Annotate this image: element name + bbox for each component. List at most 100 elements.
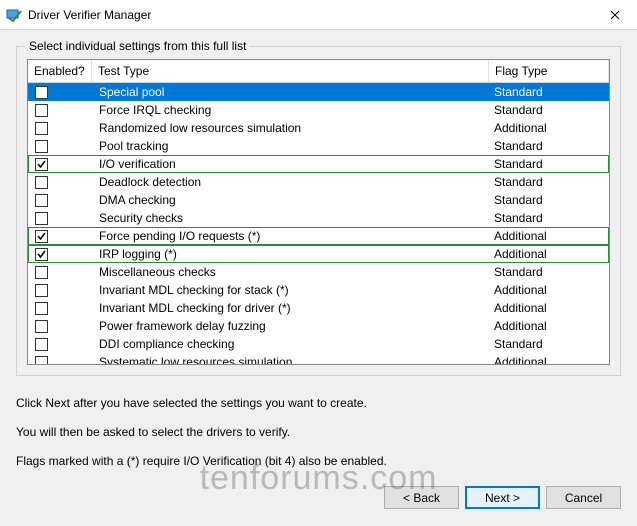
- cell-enabled: [29, 102, 93, 118]
- checkbox[interactable]: [35, 212, 48, 225]
- list-row[interactable]: Pool trackingStandard: [28, 137, 609, 155]
- list-row[interactable]: Randomized low resources simulationAddit…: [28, 119, 609, 137]
- cell-flag-type: Standard: [488, 174, 608, 190]
- checkbox[interactable]: [35, 194, 48, 207]
- cell-enabled: [29, 246, 93, 262]
- cell-test-type: Miscellaneous checks: [93, 264, 488, 280]
- column-header-flag[interactable]: Flag Type: [489, 60, 609, 82]
- cell-test-type: Special pool: [93, 84, 488, 100]
- list-row[interactable]: IRP logging (*)Additional: [28, 245, 609, 263]
- checkbox[interactable]: [35, 122, 48, 135]
- checkbox[interactable]: [35, 104, 48, 117]
- list-row[interactable]: Deadlock detectionStandard: [28, 173, 609, 191]
- cell-flag-type: Standard: [488, 102, 608, 118]
- cell-flag-type: Additional: [488, 282, 608, 298]
- cell-test-type: Deadlock detection: [93, 174, 488, 190]
- next-button[interactable]: Next >: [465, 486, 540, 509]
- cell-enabled: [29, 210, 93, 226]
- cell-flag-type: Standard: [488, 264, 608, 280]
- list-row[interactable]: Invariant MDL checking for stack (*)Addi…: [28, 281, 609, 299]
- settings-list[interactable]: Enabled? Test Type Flag Type Special poo…: [27, 59, 610, 365]
- settings-group: Select individual settings from this ful…: [16, 46, 621, 376]
- cell-test-type: DDI compliance checking: [93, 336, 488, 352]
- checkbox[interactable]: [35, 320, 48, 333]
- cell-enabled: [29, 300, 93, 316]
- cell-test-type: DMA checking: [93, 192, 488, 208]
- cell-test-type: Invariant MDL checking for stack (*): [93, 282, 488, 298]
- list-row[interactable]: Invariant MDL checking for driver (*)Add…: [28, 299, 609, 317]
- checkbox[interactable]: [35, 302, 48, 315]
- group-legend: Select individual settings from this ful…: [25, 39, 250, 53]
- cell-flag-type: Additional: [488, 228, 608, 244]
- cell-flag-type: Additional: [488, 318, 608, 334]
- cell-enabled: [29, 336, 93, 352]
- checkbox[interactable]: [35, 86, 48, 99]
- instruction-line: You will then be asked to select the dri…: [16, 421, 621, 444]
- cell-test-type: Randomized low resources simulation: [93, 120, 488, 136]
- back-button[interactable]: < Back: [384, 486, 459, 509]
- column-header-enabled[interactable]: Enabled?: [28, 60, 92, 82]
- checkbox[interactable]: [35, 176, 48, 189]
- list-row[interactable]: Force IRQL checkingStandard: [28, 101, 609, 119]
- list-row[interactable]: Miscellaneous checksStandard: [28, 263, 609, 281]
- cell-test-type: Systematic low resources simulation: [93, 354, 488, 364]
- cell-test-type: Power framework delay fuzzing: [93, 318, 488, 334]
- button-row: < Back Next > Cancel: [16, 486, 621, 509]
- list-row[interactable]: DMA checkingStandard: [28, 191, 609, 209]
- column-header-test[interactable]: Test Type: [92, 60, 489, 82]
- cell-enabled: [29, 192, 93, 208]
- cell-flag-type: Standard: [488, 138, 608, 154]
- cell-flag-type: Additional: [488, 300, 608, 316]
- cell-test-type: Pool tracking: [93, 138, 488, 154]
- cell-enabled: [29, 264, 93, 280]
- cell-enabled: [29, 228, 93, 244]
- cell-flag-type: Standard: [488, 156, 608, 172]
- cell-enabled: [29, 174, 93, 190]
- checkbox[interactable]: [35, 338, 48, 351]
- list-row[interactable]: Force pending I/O requests (*)Additional: [28, 227, 609, 245]
- list-body[interactable]: Special poolStandardForce IRQL checkingS…: [28, 83, 609, 364]
- cell-enabled: [29, 156, 93, 172]
- checkbox[interactable]: [35, 230, 48, 243]
- cell-test-type: Invariant MDL checking for driver (*): [93, 300, 488, 316]
- cell-flag-type: Additional: [488, 246, 608, 262]
- cell-test-type: Force pending I/O requests (*): [93, 228, 488, 244]
- cell-enabled: [29, 318, 93, 334]
- list-row[interactable]: Special poolStandard: [28, 83, 609, 101]
- checkbox[interactable]: [35, 356, 48, 364]
- close-button[interactable]: [592, 0, 637, 30]
- cell-flag-type: Standard: [488, 84, 608, 100]
- window-title: Driver Verifier Manager: [28, 8, 592, 22]
- list-row[interactable]: I/O verificationStandard: [28, 155, 609, 173]
- cell-flag-type: Additional: [488, 354, 608, 364]
- title-bar: Driver Verifier Manager: [0, 0, 637, 30]
- cell-flag-type: Standard: [488, 192, 608, 208]
- close-icon: [610, 10, 620, 20]
- cell-enabled: [29, 84, 93, 100]
- cell-test-type: Security checks: [93, 210, 488, 226]
- cell-enabled: [29, 120, 93, 136]
- cell-test-type: IRP logging (*): [93, 246, 488, 262]
- app-icon: [6, 7, 22, 23]
- list-row[interactable]: Systematic low resources simulationAddit…: [28, 353, 609, 364]
- cell-enabled: [29, 282, 93, 298]
- instruction-line: Click Next after you have selected the s…: [16, 392, 621, 415]
- list-row[interactable]: Security checksStandard: [28, 209, 609, 227]
- checkbox[interactable]: [35, 158, 48, 171]
- cell-test-type: Force IRQL checking: [93, 102, 488, 118]
- list-row[interactable]: DDI compliance checkingStandard: [28, 335, 609, 353]
- checkbox[interactable]: [35, 266, 48, 279]
- checkbox[interactable]: [35, 140, 48, 153]
- cell-test-type: I/O verification: [93, 156, 488, 172]
- cell-flag-type: Standard: [488, 210, 608, 226]
- cell-flag-type: Standard: [488, 336, 608, 352]
- checkbox[interactable]: [35, 284, 48, 297]
- cell-enabled: [29, 138, 93, 154]
- checkbox[interactable]: [35, 248, 48, 261]
- cancel-button[interactable]: Cancel: [546, 486, 621, 509]
- cell-enabled: [29, 354, 93, 364]
- dialog-content: Select individual settings from this ful…: [0, 30, 637, 521]
- instruction-line: Flags marked with a (*) require I/O Veri…: [16, 450, 621, 473]
- instructions: Click Next after you have selected the s…: [16, 392, 621, 472]
- list-row[interactable]: Power framework delay fuzzingAdditional: [28, 317, 609, 335]
